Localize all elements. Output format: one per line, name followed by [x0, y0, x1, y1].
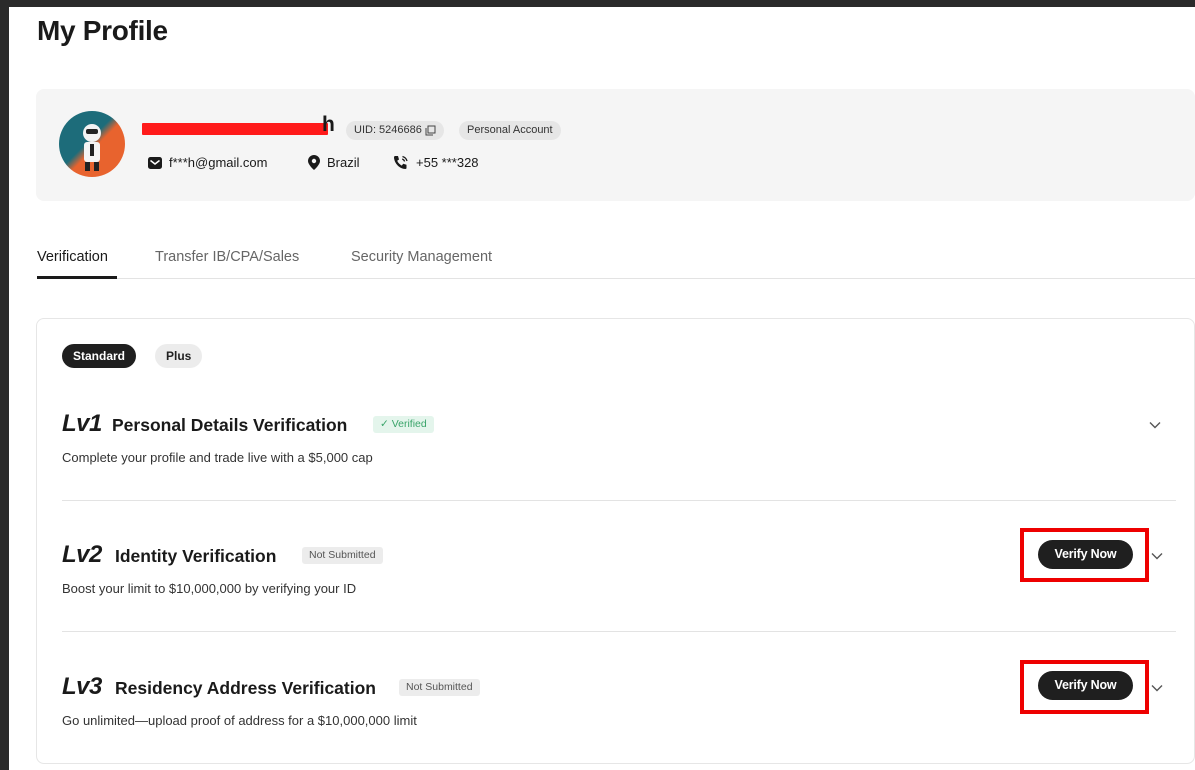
name-redaction: [142, 123, 328, 135]
level-3-label: Lv3: [62, 673, 102, 700]
level-3-title: Residency Address Verification: [115, 678, 376, 698]
level-3-description: Go unlimited—upload proof of address for…: [62, 713, 417, 728]
profile-tabs: Verification Transfer IB/CPA/Sales Secur…: [37, 247, 1195, 279]
level-1-status-badge: ✓ Verified: [373, 416, 434, 433]
uid-label: UID: 5246686: [354, 124, 422, 136]
tab-verification[interactable]: Verification: [37, 249, 108, 265]
location-pin-icon: [308, 155, 320, 170]
avatar[interactable]: [59, 111, 125, 177]
level-3-verify-now-button[interactable]: Verify Now: [1038, 671, 1133, 700]
email-row: f***h@gmail.com: [148, 155, 267, 170]
profile-name: h: [322, 113, 335, 136]
email-text: f***h@gmail.com: [169, 155, 268, 170]
level-1-status-text: Verified: [391, 418, 427, 430]
level-2-status-badge: Not Submitted: [302, 547, 383, 564]
level-3-row[interactable]: Lv3 Residency Address Verification Not S…: [62, 673, 1176, 728]
uid-chip[interactable]: UID: 5246686: [346, 121, 444, 140]
tier-standard-button[interactable]: Standard: [62, 344, 137, 368]
divider: [62, 631, 1176, 632]
level-1-label: Lv1: [62, 410, 102, 437]
level-3-status-badge: Not Submitted: [399, 679, 480, 696]
check-icon: ✓: [380, 418, 392, 430]
level-2-title: Identity Verification: [115, 546, 277, 566]
avatar-figure-icon: [83, 124, 101, 171]
phone-text: +55 ***328: [416, 155, 479, 170]
country-row: Brazil: [308, 155, 360, 170]
chevron-down-icon[interactable]: [1148, 418, 1162, 432]
chevron-down-icon[interactable]: [1150, 549, 1164, 563]
copy-icon[interactable]: [425, 125, 436, 136]
level-2-label: Lv2: [62, 541, 102, 568]
level-2-verify-now-button[interactable]: Verify Now: [1038, 540, 1133, 569]
level-1-description: Complete your profile and trade live wit…: [62, 450, 373, 465]
level-2-row[interactable]: Lv2 Identity Verification Not Submitted …: [62, 541, 1176, 596]
tab-security-management[interactable]: Security Management: [351, 249, 492, 265]
divider: [62, 500, 1176, 501]
chevron-down-icon[interactable]: [1150, 681, 1164, 695]
account-type-badge: Personal Account: [459, 121, 561, 140]
profile-page: My Profile h UID: 5246686 Personal Accou…: [9, 7, 1195, 770]
phone-icon: [394, 155, 408, 169]
active-tab-indicator: [37, 276, 117, 279]
tier-plus-button[interactable]: Plus: [155, 344, 203, 368]
tab-transfer-ib[interactable]: Transfer IB/CPA/Sales: [155, 249, 299, 265]
level-1-row[interactable]: Lv1 Personal Details Verification ✓ Veri…: [62, 410, 1176, 465]
level-2-description: Boost your limit to $10,000,000 by verif…: [62, 581, 357, 596]
country-text: Brazil: [327, 155, 360, 170]
page-title: My Profile: [37, 15, 168, 46]
mail-icon: [148, 156, 162, 169]
level-1-title: Personal Details Verification: [112, 415, 348, 435]
phone-row: +55 ***328: [393, 155, 479, 170]
profile-card: h UID: 5246686 Personal Account f***h@gm…: [36, 89, 1195, 201]
